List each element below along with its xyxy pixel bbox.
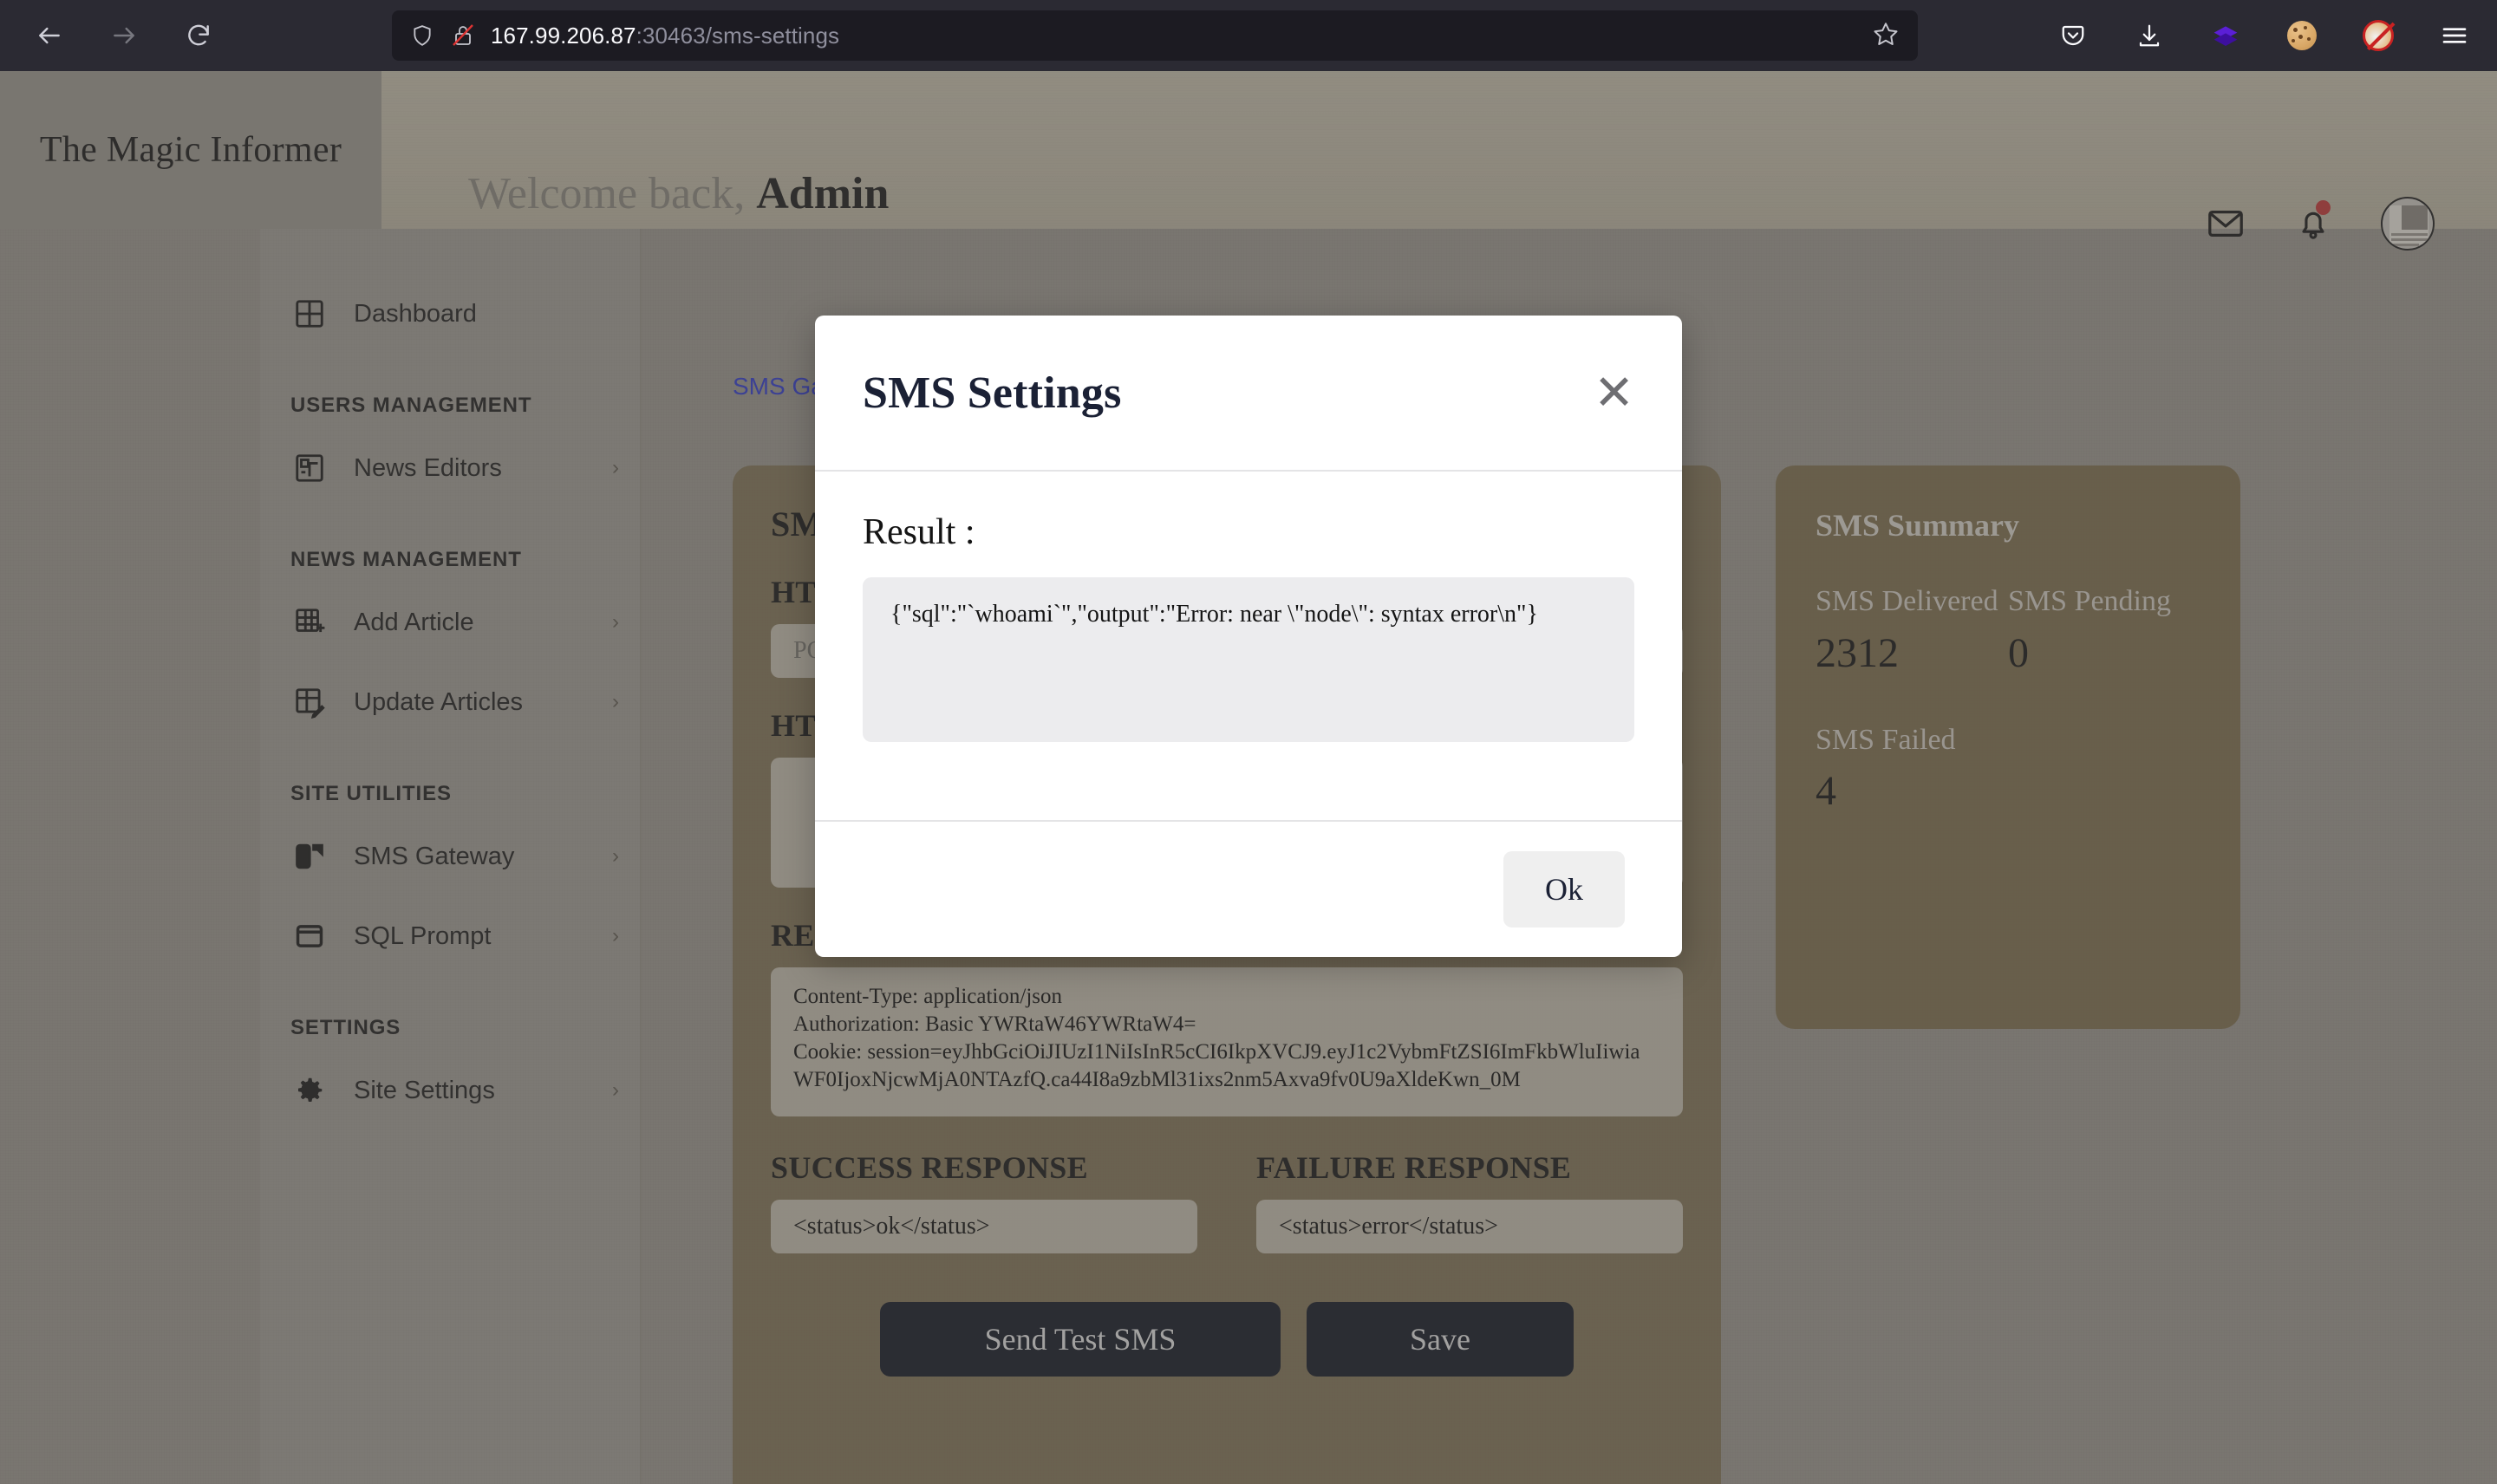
pocket-icon[interactable] (2050, 12, 2096, 59)
cookie-icon[interactable] (2279, 12, 2325, 59)
modal-footer: Ok (815, 820, 1682, 957)
sms-settings-modal: SMS Settings ✕ Result : {"sql":"`whoami`… (815, 316, 1682, 957)
browser-nav-buttons (0, 10, 224, 61)
shield-icon[interactable] (411, 24, 434, 47)
url-host: 167.99.206.87 (491, 22, 636, 49)
close-icon[interactable]: ✕ (1594, 368, 1634, 417)
modal-title: SMS Settings (863, 368, 1122, 418)
forward-button[interactable] (99, 10, 149, 61)
browser-toolbar-right (2050, 10, 2478, 61)
reload-button[interactable] (173, 10, 224, 61)
url-bar[interactable]: 167.99.206.87:30463/sms-settings (392, 10, 1918, 61)
back-button[interactable] (24, 10, 75, 61)
browser-chrome: 167.99.206.87:30463/sms-settings (0, 0, 2497, 71)
url-text: 167.99.206.87:30463/sms-settings (491, 23, 839, 49)
tracker-blocked-icon[interactable] (2355, 12, 2402, 59)
app-menu-icon[interactable] (2431, 12, 2478, 59)
result-label: Result : (863, 512, 975, 552)
insecure-lock-icon[interactable] (453, 24, 473, 47)
modal-header: SMS Settings ✕ (815, 316, 1682, 472)
modal-body: Result : {"sql":"`whoami`","output":"Err… (815, 472, 1682, 820)
bookmark-star-icon[interactable] (1873, 21, 1899, 51)
extension-layers-icon[interactable] (2202, 12, 2249, 59)
downloads-icon[interactable] (2126, 12, 2173, 59)
ok-button[interactable]: Ok (1503, 851, 1625, 928)
url-rest: :30463/sms-settings (636, 22, 840, 49)
page-root: The Magic Informer Welcome back, Admin D… (0, 71, 2497, 1484)
result-output: {"sql":"`whoami`","output":"Error: near … (863, 577, 1634, 742)
